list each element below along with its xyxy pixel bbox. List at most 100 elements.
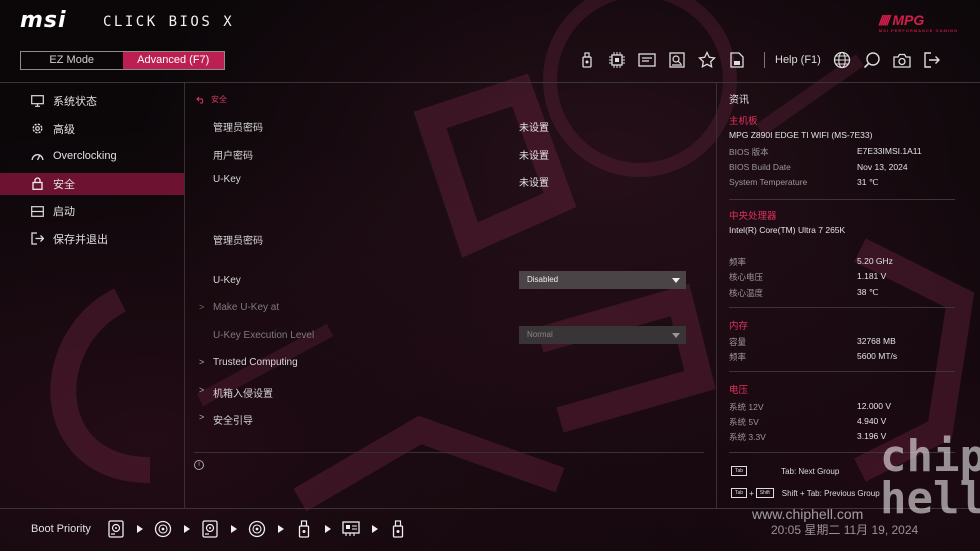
hdd-icon[interactable]: [105, 518, 127, 540]
sidebar-item-boot[interactable]: 启动: [0, 200, 184, 222]
sidebar-item-label: 高级: [53, 123, 75, 136]
optical-disc-icon[interactable]: [246, 518, 268, 540]
help-button[interactable]: Help (F1): [775, 54, 821, 66]
mpg-badge: /////MPG MSI PERFORMANCE GAMING: [879, 12, 958, 33]
memory-frequency-label: 频率: [729, 352, 747, 362]
voltage-heading: 电压: [729, 385, 749, 396]
bios-version-label: BIOS 版本: [729, 147, 769, 157]
lock-icon: [31, 177, 44, 190]
search-icon[interactable]: [861, 49, 883, 71]
info-panel-divider: [716, 83, 717, 508]
mpg-stripes-icon: /////: [878, 12, 891, 28]
optical-disc-icon[interactable]: [152, 518, 174, 540]
breadcrumb[interactable]: 安全: [196, 94, 227, 105]
admin-password-status-value: 未设置: [519, 123, 549, 134]
volt-5v-value: 4.940 V: [857, 416, 887, 426]
favorites-star-icon[interactable]: [696, 49, 718, 71]
motherboard-heading: 主机板: [729, 116, 758, 127]
admin-password-setting[interactable]: 管理员密码: [213, 232, 263, 247]
volt-12v-label: 系统 12V: [729, 402, 764, 412]
sidebar-item-overclocking[interactable]: Overclocking: [0, 145, 184, 167]
make-ukey-submenu[interactable]: Make U-Key at: [213, 302, 279, 313]
sidebar-item-label: Overclocking: [53, 150, 117, 162]
hardware-monitor-icon[interactable]: [636, 49, 658, 71]
chevron-right-icon: >: [199, 357, 205, 367]
msi-logo: msi: [20, 8, 67, 33]
volt-33v-label: 系统 3.3V: [729, 432, 766, 442]
ukey-setting-label: U-Key: [213, 275, 241, 286]
memory-capacity-label: 容量: [729, 337, 747, 347]
system-temp-label: System Temperature: [729, 177, 808, 187]
boot-drive-icon: [31, 205, 44, 218]
tab-hint-text: Tab: Next Group: [781, 466, 840, 476]
info-icon: i: [194, 460, 204, 470]
shift-key-icon: Shift: [755, 488, 774, 498]
arrow-right-icon: [371, 525, 378, 533]
sidebar-item-label: 安全: [53, 178, 75, 191]
trusted-computing-submenu[interactable]: Trusted Computing: [213, 357, 298, 368]
speedometer-icon: [31, 150, 44, 163]
sidebar-item-security[interactable]: 安全: [0, 172, 184, 195]
sidebar-item-system-status[interactable]: 系统状态: [0, 90, 184, 112]
help-divider: [194, 452, 704, 453]
usb-flash-icon[interactable]: [387, 518, 409, 540]
ukey-exec-level-select[interactable]: Normal: [519, 326, 686, 344]
advanced-mode-tab[interactable]: Advanced (F7): [122, 52, 224, 69]
volt-5v-label: 系统 5V: [729, 417, 759, 427]
chevron-right-icon: >: [199, 412, 205, 422]
boot-priority-label: Boot Priority: [31, 523, 91, 535]
plus-sign: +: [749, 488, 754, 498]
volt-12v-value: 12.000 V: [857, 401, 892, 411]
mpg-badge-text: MPG: [892, 12, 925, 28]
cpu-voltage-value: 1.181 V: [857, 271, 887, 281]
hdd-icon[interactable]: [199, 518, 221, 540]
user-password-status-value: 未设置: [519, 151, 549, 162]
watermark: www.chiphell.com: [752, 506, 864, 522]
language-globe-icon[interactable]: [831, 49, 853, 71]
save-profile-icon[interactable]: [726, 49, 748, 71]
usb-flash-icon[interactable]: [576, 49, 598, 71]
ukey-status-value: 未设置: [519, 178, 549, 189]
ukey-exec-level-value: Normal: [527, 330, 553, 339]
arrow-right-icon: [183, 525, 190, 533]
exit-icon: [31, 232, 44, 245]
ukey-status-label: U-Key: [213, 174, 241, 185]
screenshot-camera-icon[interactable]: [891, 49, 913, 71]
cpu-chip-icon[interactable]: [606, 49, 628, 71]
admin-password-status-label: 管理员密码: [213, 123, 263, 134]
board-explorer-icon[interactable]: [666, 49, 688, 71]
bios-build-date-value: Nov 13, 2024: [857, 162, 908, 172]
sidebar: 系统状态 高级 Overclocking 安全 启动 保存并退出: [0, 90, 184, 255]
secure-boot-submenu[interactable]: 安全引导: [213, 412, 253, 427]
sidebar-item-save-exit[interactable]: 保存并退出: [0, 228, 184, 250]
cpu-heading: 中央处理器: [729, 211, 777, 222]
ukey-exec-level-label: U-Key Execution Level: [213, 330, 315, 341]
breadcrumb-label: 安全: [211, 95, 227, 104]
memory-frequency-value: 5600 MT/s: [857, 351, 898, 361]
chevron-right-icon: >: [199, 385, 205, 395]
sidebar-item-label: 保存并退出: [53, 233, 108, 246]
sidebar-item-advanced[interactable]: 高级: [0, 118, 184, 140]
ez-mode-tab[interactable]: EZ Mode: [21, 52, 123, 69]
toolbar-divider: [764, 52, 765, 68]
boot-priority-bar: Boot Priority: [31, 518, 409, 540]
back-arrow-icon: [196, 96, 204, 104]
arrow-right-icon: [277, 525, 284, 533]
ukey-select-value: Disabled: [527, 275, 559, 284]
motherboard-model: MPG Z890I EDGE TI WIFI (MS-7E33): [729, 130, 873, 140]
chiphell-logo: chip hell: [880, 431, 980, 524]
usb-flash-icon[interactable]: [293, 518, 315, 540]
cpu-temp-value: 38 ℃: [857, 287, 879, 297]
user-password-status-label: 用户密码: [213, 151, 253, 162]
memory-heading: 内存: [729, 321, 749, 332]
toolbar: Help (F1): [576, 49, 951, 71]
chassis-intrusion-submenu[interactable]: 机箱入侵设置: [213, 385, 273, 400]
network-card-icon[interactable]: [340, 518, 362, 540]
section-divider: [729, 371, 955, 372]
ukey-select[interactable]: Disabled: [519, 271, 686, 289]
bios-build-date-label: BIOS Build Date: [729, 162, 791, 172]
chevron-right-icon: >: [199, 302, 205, 312]
exit-icon[interactable]: [921, 49, 943, 71]
section-divider: [729, 199, 955, 200]
sidebar-divider: [184, 83, 185, 508]
